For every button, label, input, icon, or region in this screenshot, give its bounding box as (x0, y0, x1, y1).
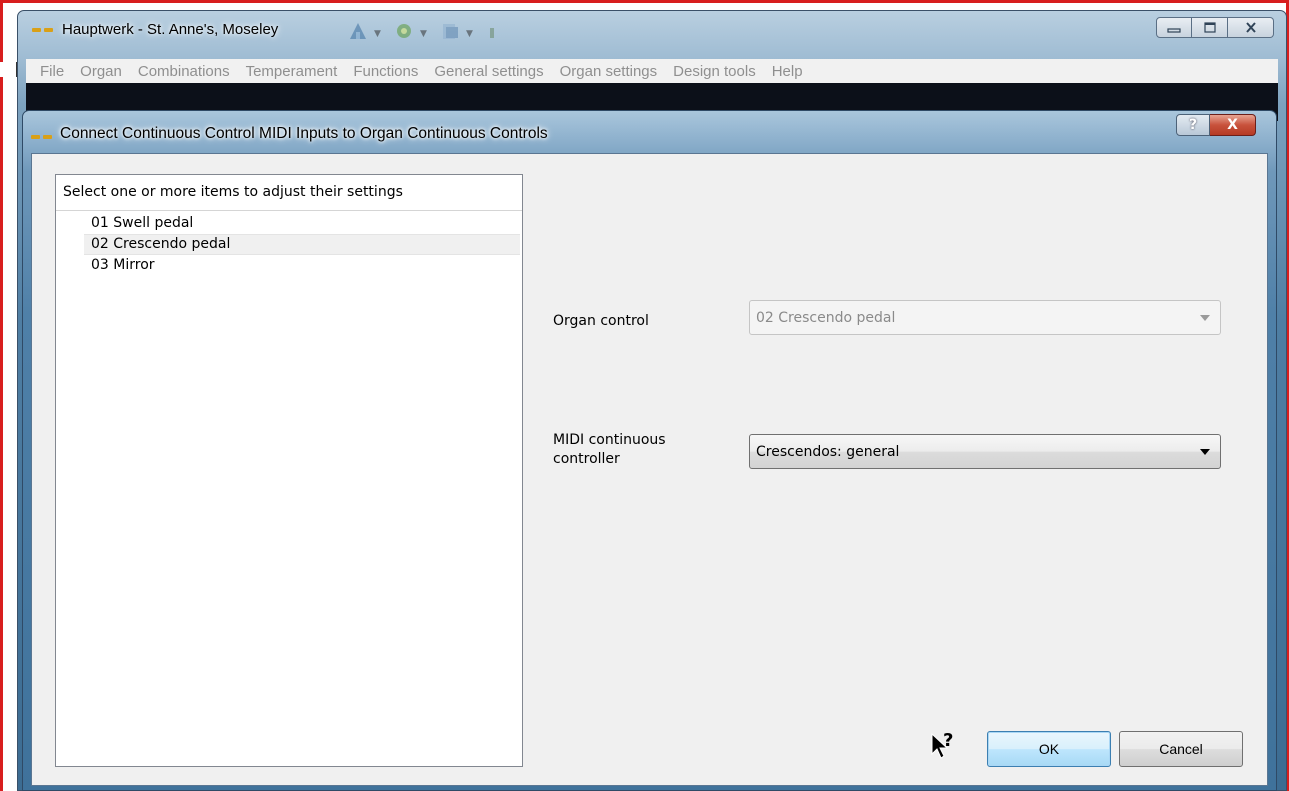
menu-organ[interactable]: Organ (80, 63, 122, 80)
minimize-icon (1167, 27, 1181, 33)
dialog-help-button[interactable]: ? (1176, 114, 1210, 136)
title-toolbar: ▼ ▼ ▼ (348, 20, 558, 42)
organ-control-dropdown: 02 Crescendo pedal (749, 300, 1221, 335)
dialog-title: Connect Continuous Control MIDI Inputs t… (60, 125, 548, 142)
window-controls (1156, 17, 1274, 38)
dialog-controls: ? X (1176, 114, 1256, 136)
minimize-button[interactable] (1156, 17, 1192, 38)
midi-controller-value: Crescendos: general (756, 443, 900, 460)
hauptwerk-app-icon (32, 28, 54, 33)
organ-icon[interactable] (348, 22, 368, 40)
list-item-swell-pedal[interactable]: 01 Swell pedal (84, 213, 520, 234)
menu-general-settings[interactable]: General settings (434, 63, 543, 80)
chevron-down-icon[interactable]: ▼ (374, 29, 381, 39)
maximize-icon (1203, 22, 1216, 33)
chevron-down-icon (1200, 315, 1210, 321)
ok-button[interactable]: OK (987, 731, 1111, 767)
menu-temperament[interactable]: Temperament (246, 63, 338, 80)
help-cursor-icon: ? (929, 730, 959, 766)
chevron-down-icon[interactable]: ▼ (420, 29, 427, 39)
chevron-down-icon[interactable]: ▼ (466, 29, 473, 39)
midi-controller-label-line1: MIDI continuous (553, 432, 666, 448)
list-item-mirror[interactable]: 03 Mirror (84, 255, 520, 276)
dialog-client-area: Select one or more items to adjust their… (31, 153, 1268, 786)
dialog-app-icon (31, 135, 53, 140)
close-icon (1245, 22, 1256, 33)
maximize-button[interactable] (1192, 17, 1228, 38)
menu-bar: File Organ Combinations Temperament Func… (26, 59, 1278, 83)
midi-controller-dropdown[interactable]: Crescendos: general (749, 434, 1221, 469)
help-cursor-question: ? (943, 730, 954, 751)
organ-control-label: Organ control (553, 313, 649, 329)
dialog-close-button[interactable]: X (1210, 114, 1256, 136)
midi-controller-label: MIDI continuous controller (553, 431, 666, 469)
close-button[interactable] (1228, 17, 1274, 38)
midi-controller-label-line2: controller (553, 451, 620, 467)
main-window-title: Hauptwerk - St. Anne's, Moseley (62, 21, 279, 38)
menu-file[interactable]: File (40, 63, 64, 80)
cancel-button[interactable]: Cancel (1119, 731, 1243, 767)
menu-combinations[interactable]: Combinations (138, 63, 230, 80)
list-item-crescendo-pedal[interactable]: 02 Crescendo pedal (84, 234, 520, 255)
list-header: Select one or more items to adjust their… (56, 175, 522, 211)
menu-functions[interactable]: Functions (353, 63, 418, 80)
document-icon[interactable] (440, 22, 460, 40)
pin-icon[interactable] (482, 22, 502, 40)
menu-help[interactable]: Help (772, 63, 803, 80)
connect-controls-dialog: Connect Continuous Control MIDI Inputs t… (22, 110, 1277, 791)
background-window-edge (0, 62, 17, 77)
menu-organ-settings[interactable]: Organ settings (560, 63, 658, 80)
controls-list[interactable]: Select one or more items to adjust their… (55, 174, 523, 767)
main-titlebar[interactable]: Hauptwerk - St. Anne's, Moseley ▼ ▼ ▼ (18, 11, 1286, 51)
chevron-down-icon (1200, 449, 1210, 455)
organ-control-value: 02 Crescendo pedal (756, 309, 896, 326)
menu-design-tools[interactable]: Design tools (673, 63, 756, 80)
combination-icon[interactable] (394, 22, 414, 40)
